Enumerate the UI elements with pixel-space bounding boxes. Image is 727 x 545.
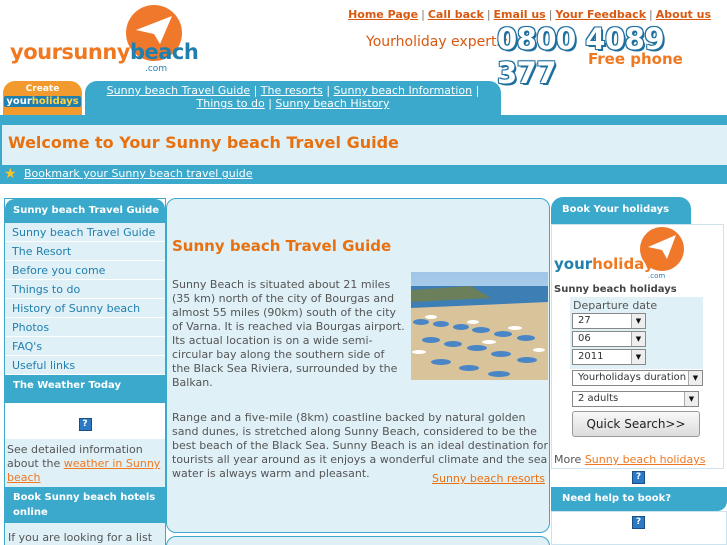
about-us-link[interactable]: About us bbox=[656, 8, 711, 21]
sidebar-item-resort[interactable]: The Resort bbox=[5, 242, 165, 261]
beach-photo bbox=[411, 272, 548, 380]
welcome-band: Welcome to Your Sunny beach Travel Guide bbox=[0, 125, 727, 165]
chevron-down-icon: ▼ bbox=[684, 392, 698, 406]
hotels-text: If you are looking for a list of bbox=[5, 523, 165, 545]
create-label: Create bbox=[25, 84, 60, 94]
yourholidays-logo[interactable]: yourholidays .com bbox=[554, 227, 686, 282]
sidebar-item-useful-links[interactable]: Useful links bbox=[5, 356, 165, 375]
logo-text: yoursunnybeach bbox=[10, 40, 199, 64]
adults-select[interactable]: 2 adults ▼ bbox=[572, 391, 699, 407]
nav-strip bbox=[0, 115, 727, 125]
nav-history[interactable]: Sunny beach History bbox=[275, 97, 389, 110]
month-select[interactable]: 06 ▼ bbox=[572, 331, 646, 347]
main-content: Sunny beach Travel Guide Sunny Beach is … bbox=[166, 198, 550, 533]
sidebar-item-travel-guide[interactable]: Sunny beach Travel Guide bbox=[5, 223, 165, 242]
site-logo[interactable]: yoursunnybeach .com bbox=[8, 4, 199, 74]
email-us-link[interactable]: Email us bbox=[494, 8, 546, 21]
chevron-down-icon: ▼ bbox=[688, 371, 702, 385]
booking-widget: yourholidays .com Sunny beach holidays D… bbox=[551, 224, 724, 469]
sidebar-item-before-you-come[interactable]: Before you come bbox=[5, 261, 165, 280]
free-phone-label: Free phone bbox=[588, 50, 683, 68]
top-links: Home Page | Call back | Email us | Your Feedba… bbox=[348, 8, 711, 21]
section-title: Sunny beach Travel Guide bbox=[172, 237, 392, 255]
bookmark-band: ★ Bookmark your Sunny beach travel guide bbox=[0, 165, 727, 184]
nav-travel-guide[interactable]: Sunny beach Travel Guide bbox=[107, 84, 250, 97]
day-select[interactable]: 27 ▼ bbox=[572, 313, 646, 329]
create-holidays-tab[interactable]: Create yourholidays bbox=[3, 81, 82, 115]
page-title: Welcome to Your Sunny beach Travel Guide bbox=[8, 133, 399, 152]
call-back-link[interactable]: Call back bbox=[428, 8, 484, 21]
missing-image-icon: ? bbox=[632, 516, 645, 529]
weather-text: See detailed information about the weath… bbox=[5, 439, 165, 487]
weather-heading: The Weather Today bbox=[5, 375, 165, 403]
nav-information[interactable]: Sunny beach Information bbox=[334, 84, 473, 97]
missing-image-icon: ? bbox=[632, 471, 645, 484]
more-holidays: More Sunny beach holidays bbox=[554, 453, 706, 466]
chevron-down-icon: ▼ bbox=[631, 350, 645, 364]
quick-search-button[interactable]: Quick Search>> bbox=[572, 411, 700, 437]
holidays-section-label: Sunny beach holidays bbox=[554, 284, 677, 295]
sidebar-item-history[interactable]: History of Sunny beach bbox=[5, 299, 165, 318]
resorts-link[interactable]: Sunny beach resorts bbox=[432, 472, 545, 485]
bookmark-link[interactable]: Bookmark your Sunny beach travel guide bbox=[24, 167, 253, 180]
bookmark-star-icon: ★ bbox=[4, 166, 17, 182]
coastline-paragraph: Range and a five-mile (8km) coastline ba… bbox=[172, 411, 549, 480]
yourholidays-badge: yourholidays bbox=[4, 96, 81, 107]
logo-suffix: .com bbox=[145, 64, 168, 74]
left-sidebar: Sunny beach Travel Guide Sunny beach Tra… bbox=[4, 198, 166, 545]
departure-label: Departure date bbox=[573, 299, 658, 312]
feedback-link[interactable]: Your Feedback bbox=[555, 8, 646, 21]
sidebar-item-things-to-do[interactable]: Things to do bbox=[5, 280, 165, 299]
main-nav: Sunny beach Travel Guide | The resorts |… bbox=[85, 81, 501, 115]
home-page-link[interactable]: Home Page bbox=[348, 8, 418, 21]
sidebar-item-faq[interactable]: FAQ's bbox=[5, 337, 165, 356]
missing-image-icon: ? bbox=[78, 418, 92, 431]
year-select[interactable]: 2011 ▼ bbox=[572, 349, 646, 365]
yourholidays-suffix: .com bbox=[648, 272, 666, 280]
experts-label: Yourholiday experts: bbox=[366, 34, 509, 50]
chevron-down-icon: ▼ bbox=[631, 314, 645, 328]
weather-widget: ? bbox=[5, 403, 165, 439]
sidebar-heading: Sunny beach Travel Guide bbox=[5, 199, 165, 223]
nav-resorts[interactable]: The resorts bbox=[261, 84, 323, 97]
main-content-next-box bbox=[166, 536, 550, 545]
help-heading: Need help to book? bbox=[551, 487, 727, 511]
hotels-heading: Book Sunny beach hotels online bbox=[5, 487, 165, 523]
sidebar-item-photos[interactable]: Photos bbox=[5, 318, 165, 337]
more-holidays-link[interactable]: Sunny beach holidays bbox=[585, 453, 706, 466]
intro-paragraph: Sunny Beach is situated about 21 miles (… bbox=[172, 278, 405, 389]
yourholidays-logo-text: yourholidays bbox=[554, 255, 663, 273]
duration-select[interactable]: Yourholidays duration ▼ bbox=[572, 370, 703, 386]
chevron-down-icon: ▼ bbox=[631, 332, 645, 346]
book-holidays-tab[interactable]: Book Your holidays bbox=[551, 197, 691, 224]
nav-things-to-do[interactable]: Things to do bbox=[197, 97, 265, 110]
